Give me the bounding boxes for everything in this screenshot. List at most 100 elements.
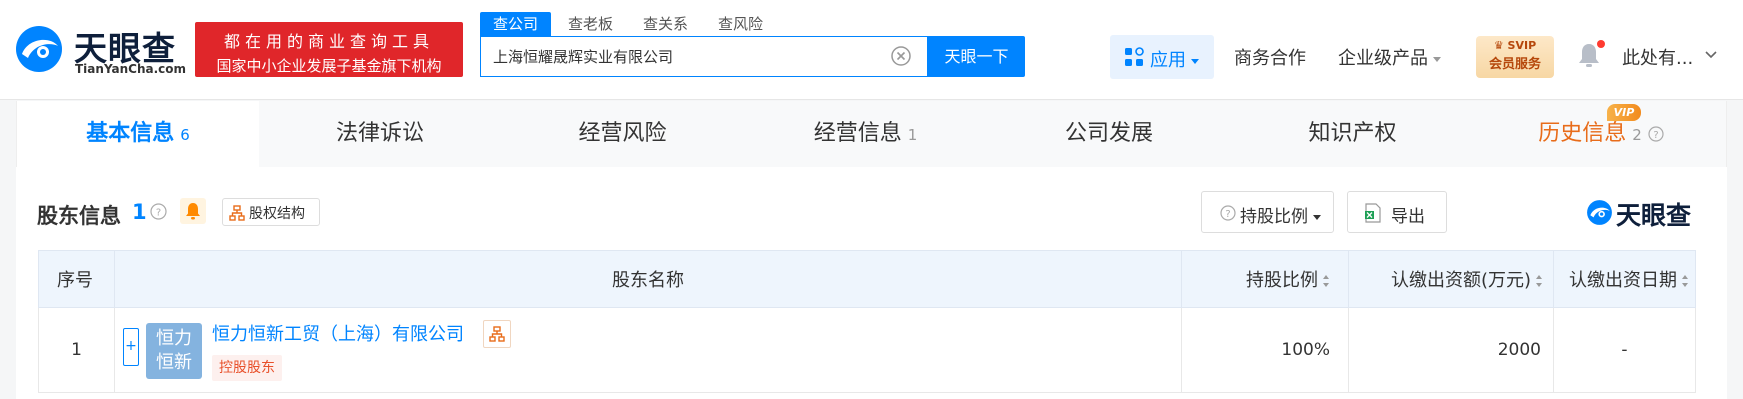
tab-operating-info[interactable]: 经营信息 1 [744, 101, 987, 167]
tab-history[interactable]: 历史信息 2? [1474, 101, 1728, 167]
search-tab-relation[interactable]: 查关系 [630, 12, 701, 36]
col-header-ratio[interactable]: 持股比例 [1181, 250, 1349, 308]
svg-text:?: ? [156, 208, 161, 219]
ratio-filter-text: 持股比例 [1240, 207, 1308, 227]
tab-development[interactable]: 公司发展 [987, 101, 1231, 167]
tab-legal[interactable]: 法律诉讼 [259, 101, 501, 167]
chevron-down-icon[interactable] [1705, 51, 1717, 59]
shareholder-entity: + 恒力恒新 恒力恒新工贸（上海）有限公司 控股股东 [115, 308, 1181, 392]
enterprise-products-label: 企业级产品 [1338, 48, 1428, 69]
sort-icon [1323, 275, 1329, 287]
business-cooperation-link[interactable]: 商务合作 [1234, 44, 1306, 70]
apps-label-text: 应用 [1150, 50, 1186, 71]
avatar-line-2: 恒新 [156, 352, 192, 373]
tab-ip-label: 知识产权 [1308, 121, 1397, 146]
user-menu[interactable]: 此处有... [1622, 44, 1693, 70]
svg-text:?: ? [1653, 130, 1658, 141]
col-header-name: 股东名称 [114, 250, 1182, 308]
tab-operating-risk[interactable]: 经营风险 [501, 101, 744, 167]
vip-badge: VIP [1607, 104, 1641, 121]
banner-line-1: 都在用的商业查询工具 [223, 32, 434, 51]
search-input[interactable] [481, 37, 881, 76]
logo-eye-icon [1587, 200, 1612, 225]
search-box [480, 36, 928, 77]
col-header-date[interactable]: 认缴出资日期 [1553, 250, 1696, 308]
apps-menu[interactable]: 应用 [1110, 35, 1214, 79]
logo-eye-icon [16, 26, 62, 72]
tab-history-count: 2 [1632, 126, 1642, 144]
slogan-banner: 都在用的商业查询工具 国家中小企业发展子基金旗下机构 [195, 22, 463, 77]
tianyancha-logo[interactable]: 天眼查 TianYanCha.com [14, 20, 190, 78]
tab-basic-info-label: 基本信息 [86, 121, 175, 146]
tab-basic-info[interactable]: 基本信息 6 [17, 101, 259, 167]
row-ratio: 100% [1181, 307, 1349, 393]
shareholder-table: 序号 股东名称 持股比例 认缴出资额(万元) 认缴出资日期 1 + 恒力 恒新 恒… [38, 250, 1696, 393]
excel-icon [1365, 203, 1381, 223]
section-title: 股东信息 [37, 204, 121, 228]
sort-icon [1682, 275, 1688, 287]
logo-text-en: TianYanCha.com [75, 62, 187, 76]
company-avatar[interactable]: 恒力 恒新 [146, 323, 202, 379]
search-tab-boss[interactable]: 查老板 [555, 12, 626, 36]
tab-operating-risk-label: 经营风险 [578, 121, 667, 146]
org-chart-icon [229, 205, 245, 221]
sort-icon [1536, 275, 1542, 287]
grid-apps-icon [1125, 47, 1144, 66]
search-tab-risk[interactable]: 查风险 [705, 12, 776, 36]
bell-alert-icon [186, 203, 200, 220]
equity-structure-button[interactable]: 股权结构 [222, 198, 320, 226]
search-tab-company[interactable]: 查公司 [480, 12, 552, 36]
tab-basic-info-count: 6 [180, 126, 190, 144]
monitor-alert-button[interactable] [180, 198, 206, 224]
chevron-down-icon [1433, 56, 1441, 62]
equity-tree-button[interactable] [483, 320, 511, 348]
ratio-filter-label: 持股比例 [1240, 202, 1321, 227]
svip-member-button[interactable]: ♛ SVIP 会员服务 [1476, 36, 1554, 78]
expand-button[interactable]: + [123, 328, 139, 366]
clear-icon[interactable] [891, 46, 911, 66]
shareholder-name-link[interactable]: 恒力恒新工贸（上海）有限公司 [212, 320, 464, 346]
chevron-down-icon [1191, 58, 1199, 64]
col-header-amount-label: 认缴出资额(万元) [1390, 270, 1531, 291]
apps-label: 应用 [1150, 46, 1199, 72]
top-header: 天眼查 TianYanCha.com 都在用的商业查询工具 国家中小企业发展子基… [0, 0, 1743, 100]
controlling-shareholder-tag: 控股股东 [212, 355, 282, 381]
col-header-amount[interactable]: 认缴出资额(万元) [1348, 250, 1554, 308]
tab-operating-info-label: 经营信息 [813, 121, 902, 146]
notification-dot [1597, 40, 1605, 48]
svip-label: SVIP [1507, 39, 1537, 52]
shareholder-name-cell: + 恒力恒新 恒力恒新工贸（上海）有限公司 控股股东 [114, 307, 1182, 393]
col-header-ratio-label: 持股比例 [1246, 270, 1318, 291]
question-icon[interactable]: ? [150, 203, 167, 220]
svip-crown-label: ♛ SVIP [1493, 39, 1537, 52]
brand-text: 天眼查 [1616, 201, 1692, 230]
table-row: 1 + 恒力 恒新 恒力恒新工贸（上海）有限公司 控股股东 100% 2000 … [38, 307, 1696, 393]
brand-watermark-logo: 天眼查 [1586, 196, 1728, 230]
banner-line-2: 国家中小企业发展子基金旗下机构 [216, 57, 442, 75]
tab-development-label: 公司发展 [1064, 121, 1153, 146]
col-header-index: 序号 [38, 250, 115, 308]
enterprise-products-menu[interactable]: 企业级产品 [1338, 44, 1441, 70]
tab-ip[interactable]: 知识产权 [1231, 101, 1474, 167]
export-button[interactable]: 导出 [1347, 191, 1447, 233]
question-icon: ? [1220, 205, 1236, 221]
export-label: 导出 [1391, 207, 1425, 227]
tab-legal-label: 法律诉讼 [335, 121, 424, 146]
row-amount: 2000 [1348, 307, 1554, 393]
chevron-down-icon [1313, 214, 1321, 220]
tab-history-label: 历史信息 [1538, 121, 1627, 146]
ratio-filter-dropdown[interactable]: ? 持股比例 [1201, 191, 1334, 233]
company-section-tabs: 基本信息 6 法律诉讼 经营风险 经营信息 1 公司发展 知识产权 历史信息 2? [16, 101, 1727, 167]
section-count: 1 [132, 200, 147, 224]
col-header-date-label: 认缴出资日期 [1569, 270, 1677, 291]
search-button[interactable]: 天眼一下 [928, 36, 1025, 77]
svg-text:?: ? [1225, 209, 1230, 220]
org-chart-icon [489, 326, 505, 342]
table-header-row: 序号 股东名称 持股比例 认缴出资额(万元) 认缴出资日期 [38, 250, 1696, 308]
avatar-line-1: 恒力 [156, 328, 192, 349]
equity-structure-label: 股权结构 [249, 206, 305, 222]
row-date: - [1553, 307, 1696, 393]
question-icon[interactable]: ? [1648, 126, 1664, 142]
member-service-label: 会员服务 [1488, 57, 1541, 72]
tab-operating-info-count: 1 [907, 126, 918, 144]
